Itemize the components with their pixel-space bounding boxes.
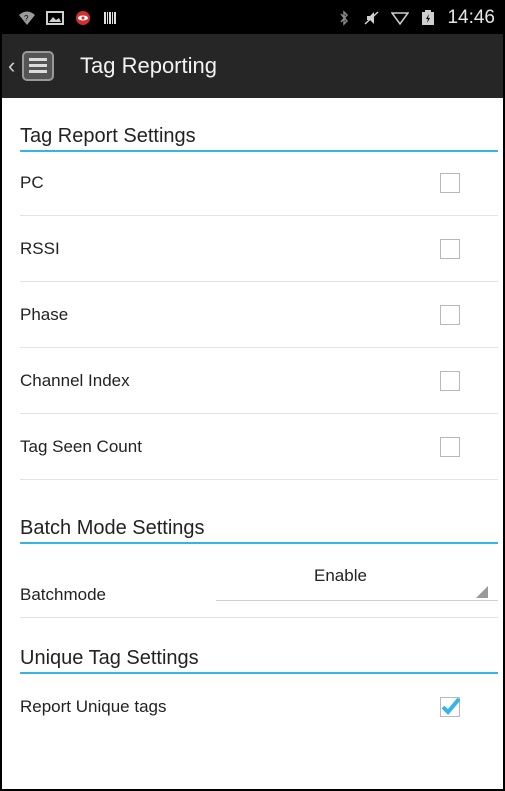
action-bar[interactable]: ‹ Tag Reporting — [2, 34, 503, 98]
clock: 14:46 — [447, 7, 495, 28]
svg-text:?: ? — [24, 14, 29, 23]
tag-seen-count-checkbox[interactable] — [440, 436, 460, 457]
alert-icon — [76, 11, 90, 25]
batchmode-spinner[interactable]: Enable — [216, 566, 498, 601]
rssi-checkbox[interactable] — [440, 238, 460, 259]
up-chevron-icon[interactable]: ‹ — [8, 53, 18, 79]
screen: ? 14:46 ‹ Tag Reporting Tag Report Setti… — [0, 0, 505, 791]
unique-tag-settings-header: Unique Tag Settings — [20, 638, 498, 674]
setting-row-phase[interactable]: Phase — [20, 282, 498, 348]
setting-row-batchmode: Batchmode Enable — [20, 552, 498, 618]
setting-row-rssi[interactable]: RSSI — [20, 216, 498, 282]
setting-label: RSSI — [20, 238, 60, 258]
channel-index-checkbox[interactable] — [440, 370, 460, 391]
battery-icon — [422, 10, 435, 25]
pc-checkbox[interactable] — [440, 172, 460, 193]
status-bar: ? 14:46 — [2, 2, 503, 34]
barcode-icon — [104, 12, 116, 24]
setting-label: Report Unique tags — [20, 697, 167, 716]
image-icon — [46, 11, 64, 25]
spinner-value: Enable — [314, 566, 367, 585]
bluetooth-icon — [340, 10, 349, 26]
setting-label: Tag Seen Count — [20, 436, 142, 456]
setting-label: PC — [20, 172, 44, 192]
report-unique-tags-checkbox[interactable] — [440, 697, 461, 717]
dropdown-arrow-icon — [476, 586, 488, 598]
checkmark-icon — [440, 697, 461, 717]
setting-label: Channel Index — [20, 370, 130, 390]
tag-report-settings-header: Tag Report Settings — [20, 116, 498, 152]
list-icon[interactable] — [20, 48, 56, 84]
page-title: Tag Reporting — [80, 53, 217, 78]
batch-mode-settings-header: Batch Mode Settings — [20, 508, 498, 544]
wifi-question-icon: ? — [19, 11, 35, 25]
setting-row-tag-seen-count[interactable]: Tag Seen Count — [20, 414, 498, 480]
setting-row-pc[interactable]: PC — [20, 150, 498, 216]
setting-label: Phase — [20, 304, 69, 324]
setting-row-channel-index[interactable]: Channel Index — [20, 348, 498, 414]
setting-row-report-unique-tags[interactable]: Report Unique tags — [20, 674, 498, 740]
mute-icon — [364, 11, 379, 25]
signal-icon — [391, 12, 410, 26]
phase-checkbox[interactable] — [440, 304, 460, 325]
setting-label: Batchmode — [20, 584, 106, 604]
